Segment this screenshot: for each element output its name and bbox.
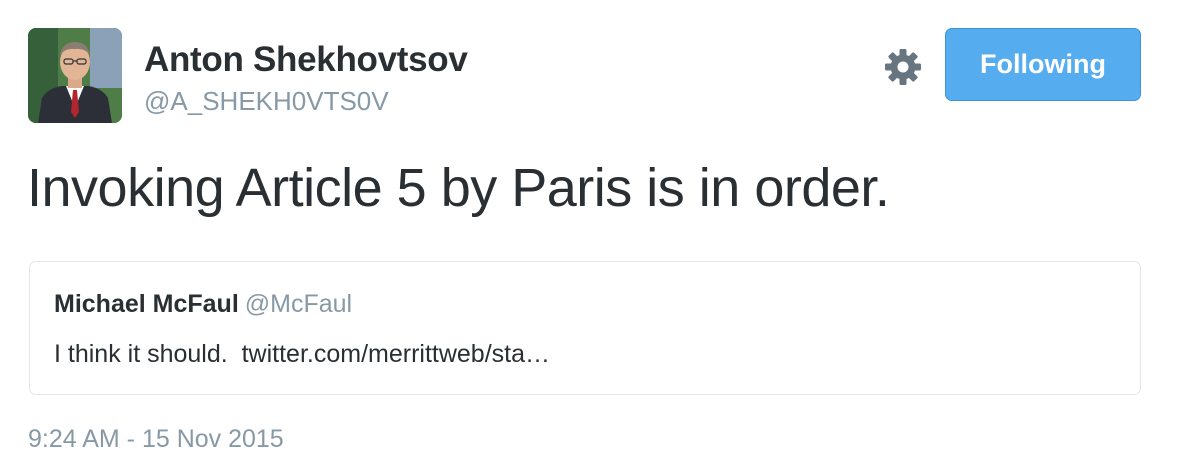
quoted-author-name: Michael McFaul: [54, 290, 239, 318]
following-button[interactable]: Following: [945, 28, 1141, 101]
author-name[interactable]: Anton Shekhovtsov: [144, 40, 468, 80]
quoted-tweet[interactable]: Michael McFaul @McFaul I think it should.…: [29, 261, 1141, 395]
quoted-tweet-text: I think it should. twitter.com/merrittwe…: [54, 340, 550, 368]
tweet-card: Anton Shekhovtsov @A_SHEKH0VTS0V Followi…: [0, 0, 1200, 476]
tweet-timestamp[interactable]: 9:24 AM - 15 Nov 2015: [28, 425, 284, 454]
quoted-author-handle: @McFaul: [244, 290, 353, 318]
quoted-author: Michael McFaul @McFaul: [54, 290, 352, 319]
tweet-text: Invoking Article 5 by Paris is in order.: [27, 158, 890, 218]
gear-icon[interactable]: [884, 48, 922, 86]
person-avatar-icon: [28, 28, 122, 123]
author-handle[interactable]: @A_SHEKH0VTS0V: [144, 86, 389, 117]
author-avatar[interactable]: [28, 28, 122, 123]
